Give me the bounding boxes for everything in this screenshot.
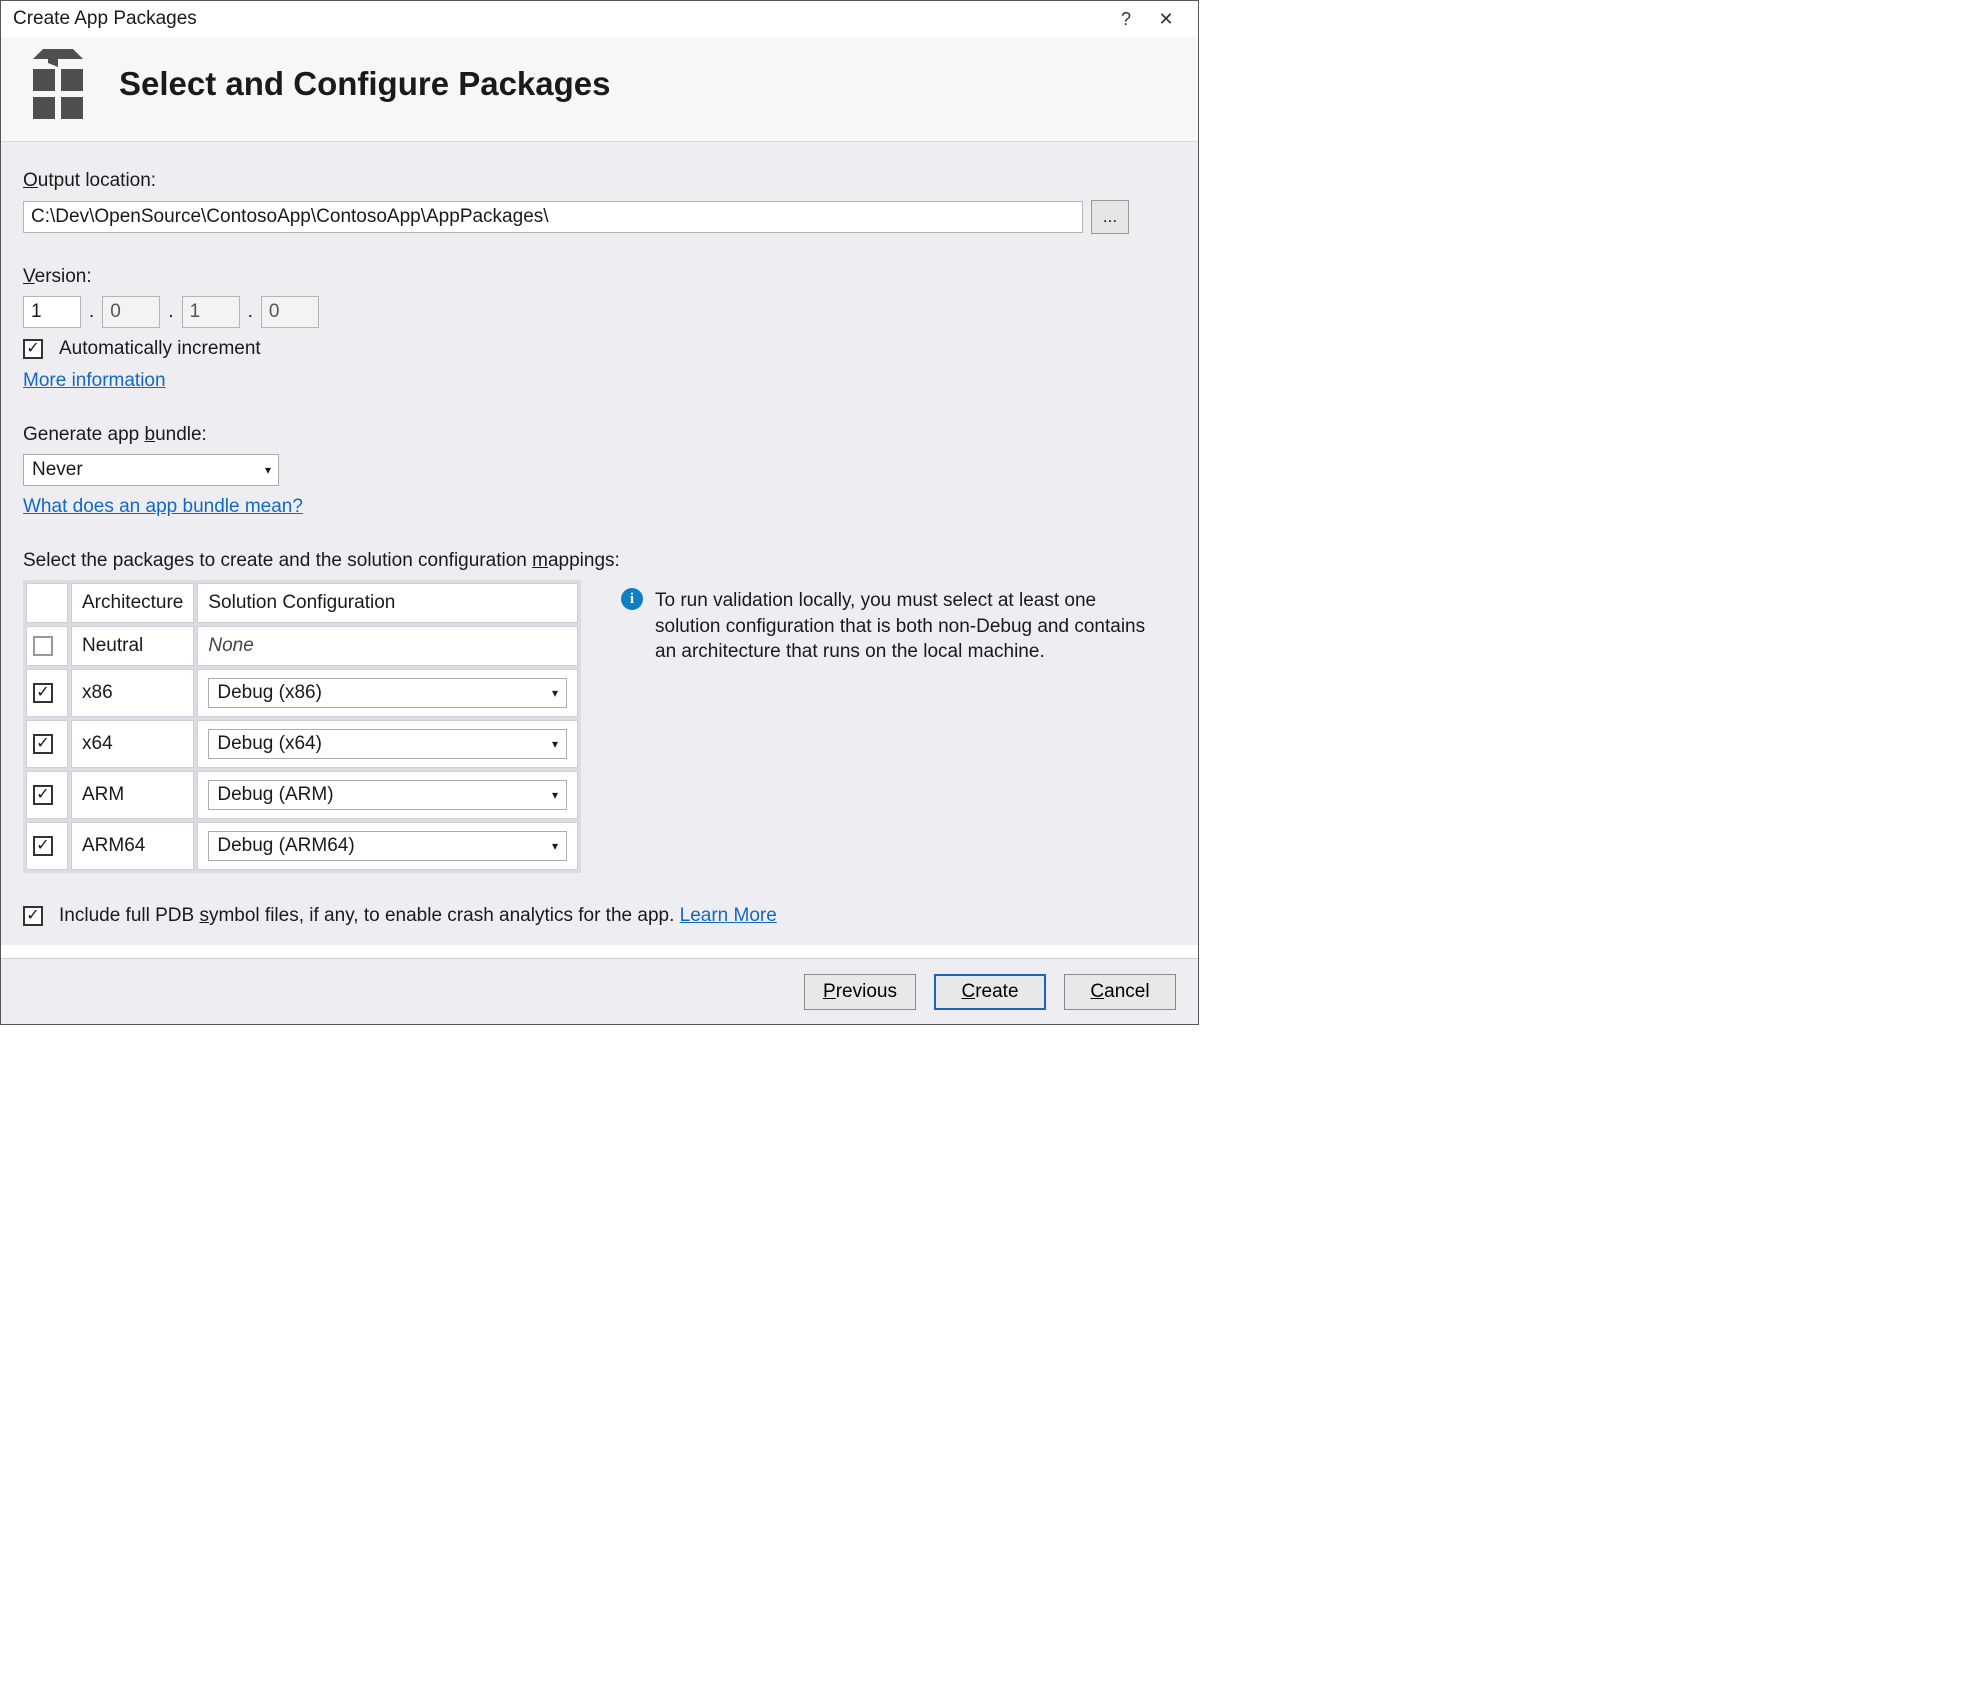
version-minor-input[interactable] [102, 296, 160, 328]
auto-increment-label: Automatically increment [59, 338, 261, 360]
wizard-header: Select and Configure Packages [1, 37, 1198, 142]
chevron-down-icon: ▾ [552, 788, 558, 802]
col-architecture: Architecture [71, 583, 194, 623]
chevron-down-icon: ▾ [552, 737, 558, 751]
chevron-down-icon: ▾ [265, 463, 271, 477]
bundle-label: Generate app bundle: [23, 424, 1176, 446]
mappings-section: Select the packages to create and the so… [23, 550, 1176, 873]
package-icon [23, 49, 93, 119]
output-location-section: Output location: ... [23, 170, 1176, 234]
help-button[interactable]: ? [1106, 9, 1146, 30]
table-row: ✓ ARM Debug (ARM)▾ [26, 771, 578, 819]
row-arch: x64 [71, 720, 194, 768]
version-label: Version: [23, 266, 1176, 288]
version-build-input[interactable] [182, 296, 240, 328]
close-button[interactable]: ✕ [1146, 9, 1186, 30]
row-config: None [208, 635, 253, 656]
table-row: ✓ ARM64 Debug (ARM64)▾ [26, 822, 578, 870]
row-checkbox[interactable]: ✓ [33, 734, 53, 754]
table-row: ✓ Neutral None [26, 626, 578, 666]
row-config-combo[interactable]: Debug (x64)▾ [208, 729, 567, 759]
more-information-link[interactable]: More information [23, 370, 166, 391]
row-config-combo[interactable]: Debug (x86)▾ [208, 678, 567, 708]
row-checkbox[interactable]: ✓ [33, 636, 53, 656]
output-location-input[interactable] [23, 201, 1083, 233]
row-checkbox[interactable]: ✓ [33, 683, 53, 703]
version-section: Version: . . . ✓ Automatically increment… [23, 266, 1176, 392]
bundle-section: Generate app bundle: Never ▾ What does a… [23, 424, 1176, 518]
version-major-input[interactable] [23, 296, 81, 328]
row-arch: ARM64 [71, 822, 194, 870]
bundle-help-link[interactable]: What does an app bundle mean? [23, 496, 303, 517]
row-checkbox[interactable]: ✓ [33, 785, 53, 805]
wizard-footer: Previous Create Cancel [1, 958, 1198, 1024]
row-arch: ARM [71, 771, 194, 819]
validation-info-text: To run validation locally, you must sele… [655, 588, 1161, 665]
title-bar: Create App Packages ? ✕ [1, 1, 1198, 37]
version-revision-input[interactable] [261, 296, 319, 328]
info-icon: i [621, 588, 643, 610]
row-checkbox[interactable]: ✓ [33, 836, 53, 856]
row-arch: x86 [71, 669, 194, 717]
table-row: ✓ x64 Debug (x64)▾ [26, 720, 578, 768]
window-title: Create App Packages [13, 8, 197, 30]
chevron-down-icon: ▾ [552, 839, 558, 853]
include-pdb-label: Include full PDB symbol files, if any, t… [59, 905, 777, 927]
output-location-label: Output location: [23, 170, 1176, 192]
auto-increment-checkbox[interactable]: ✓ [23, 339, 43, 359]
col-solution-config: Solution Configuration [197, 583, 578, 623]
previous-button[interactable]: Previous [804, 974, 916, 1010]
page-title: Select and Configure Packages [119, 65, 611, 103]
include-pdb-checkbox[interactable]: ✓ [23, 906, 43, 926]
chevron-down-icon: ▾ [552, 686, 558, 700]
table-header-row: Architecture Solution Configuration [26, 583, 578, 623]
row-arch: Neutral [71, 626, 194, 666]
packages-table: Architecture Solution Configuration ✓ Ne… [23, 580, 581, 873]
table-row: ✓ x86 Debug (x86)▾ [26, 669, 578, 717]
row-config-combo[interactable]: Debug (ARM64)▾ [208, 831, 567, 861]
mappings-label: Select the packages to create and the so… [23, 550, 1176, 572]
pdb-learn-more-link[interactable]: Learn More [680, 905, 777, 926]
validation-info: i To run validation locally, you must se… [621, 580, 1161, 665]
cancel-button[interactable]: Cancel [1064, 974, 1176, 1010]
row-config-combo[interactable]: Debug (ARM)▾ [208, 780, 567, 810]
create-button[interactable]: Create [934, 974, 1046, 1010]
pdb-section: ✓ Include full PDB symbol files, if any,… [23, 905, 1176, 927]
bundle-combo[interactable]: Never ▾ [23, 454, 279, 486]
wizard-content: Output location: ... Version: . . . ✓ Au… [1, 142, 1198, 945]
browse-button[interactable]: ... [1091, 200, 1129, 234]
